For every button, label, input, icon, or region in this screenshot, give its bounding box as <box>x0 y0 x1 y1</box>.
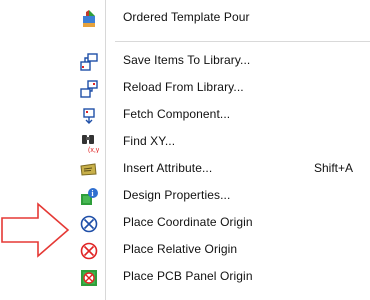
menu-separator <box>115 41 370 42</box>
fetch-component-icon <box>79 106 99 126</box>
menu-item-label: Save Items To Library... <box>123 53 251 67</box>
insert-attribute-icon <box>79 160 99 180</box>
coordinate-origin-icon <box>79 214 99 234</box>
menu-item-label: Ordered Template Pour <box>123 10 250 24</box>
menu-item-label: Reload From Library... <box>123 80 244 94</box>
relative-origin-icon <box>79 241 99 261</box>
menu-item-fetch-component[interactable]: Fetch Component... <box>73 101 370 129</box>
reload-from-library-icon <box>79 79 99 99</box>
save-to-library-icon <box>79 52 99 72</box>
context-menu: Ordered Template Pour Save Items To Libr… <box>73 0 370 300</box>
screenshot-root: Ordered Template Pour Save Items To Libr… <box>0 0 370 300</box>
menu-item-ordered-template-pour[interactable]: Ordered Template Pour <box>73 4 370 32</box>
menu-item-shortcut: Shift+A <box>314 161 354 175</box>
menu-item-place-relative-origin[interactable]: Place Relative Origin <box>73 236 370 264</box>
menu-item-label: Place Coordinate Origin <box>123 215 253 229</box>
svg-text:(x,y): (x,y) <box>88 147 99 153</box>
template-pour-icon <box>79 9 99 29</box>
menu-item-label: Design Properties... <box>123 188 231 202</box>
menu-item-reload-from-library[interactable]: Reload From Library... <box>73 74 370 102</box>
menu-item-find-xy[interactable]: (x,y) Find XY... <box>73 128 370 156</box>
menu-item-label: Place Relative Origin <box>123 242 238 256</box>
red-outline-arrow-icon <box>1 202 70 258</box>
design-properties-icon: i <box>79 187 99 207</box>
pcb-panel-origin-icon <box>79 268 99 288</box>
menu-item-label: Find XY... <box>123 134 176 148</box>
menu-item-design-properties[interactable]: i Design Properties... <box>73 182 370 210</box>
menu-item-label: Place PCB Panel Origin <box>123 269 253 283</box>
menu-item-save-items-to-library[interactable]: Save Items To Library... <box>73 47 370 75</box>
menu-item-place-coordinate-origin[interactable]: Place Coordinate Origin <box>73 209 370 237</box>
menu-item-label: Insert Attribute... <box>123 161 213 175</box>
menu-item-insert-attribute[interactable]: Insert Attribute... Shift+A <box>73 155 370 183</box>
find-xy-icon: (x,y) <box>79 133 99 153</box>
menu-item-place-pcb-panel-origin[interactable]: Place PCB Panel Origin <box>73 263 370 291</box>
menu-item-label: Fetch Component... <box>123 107 231 121</box>
